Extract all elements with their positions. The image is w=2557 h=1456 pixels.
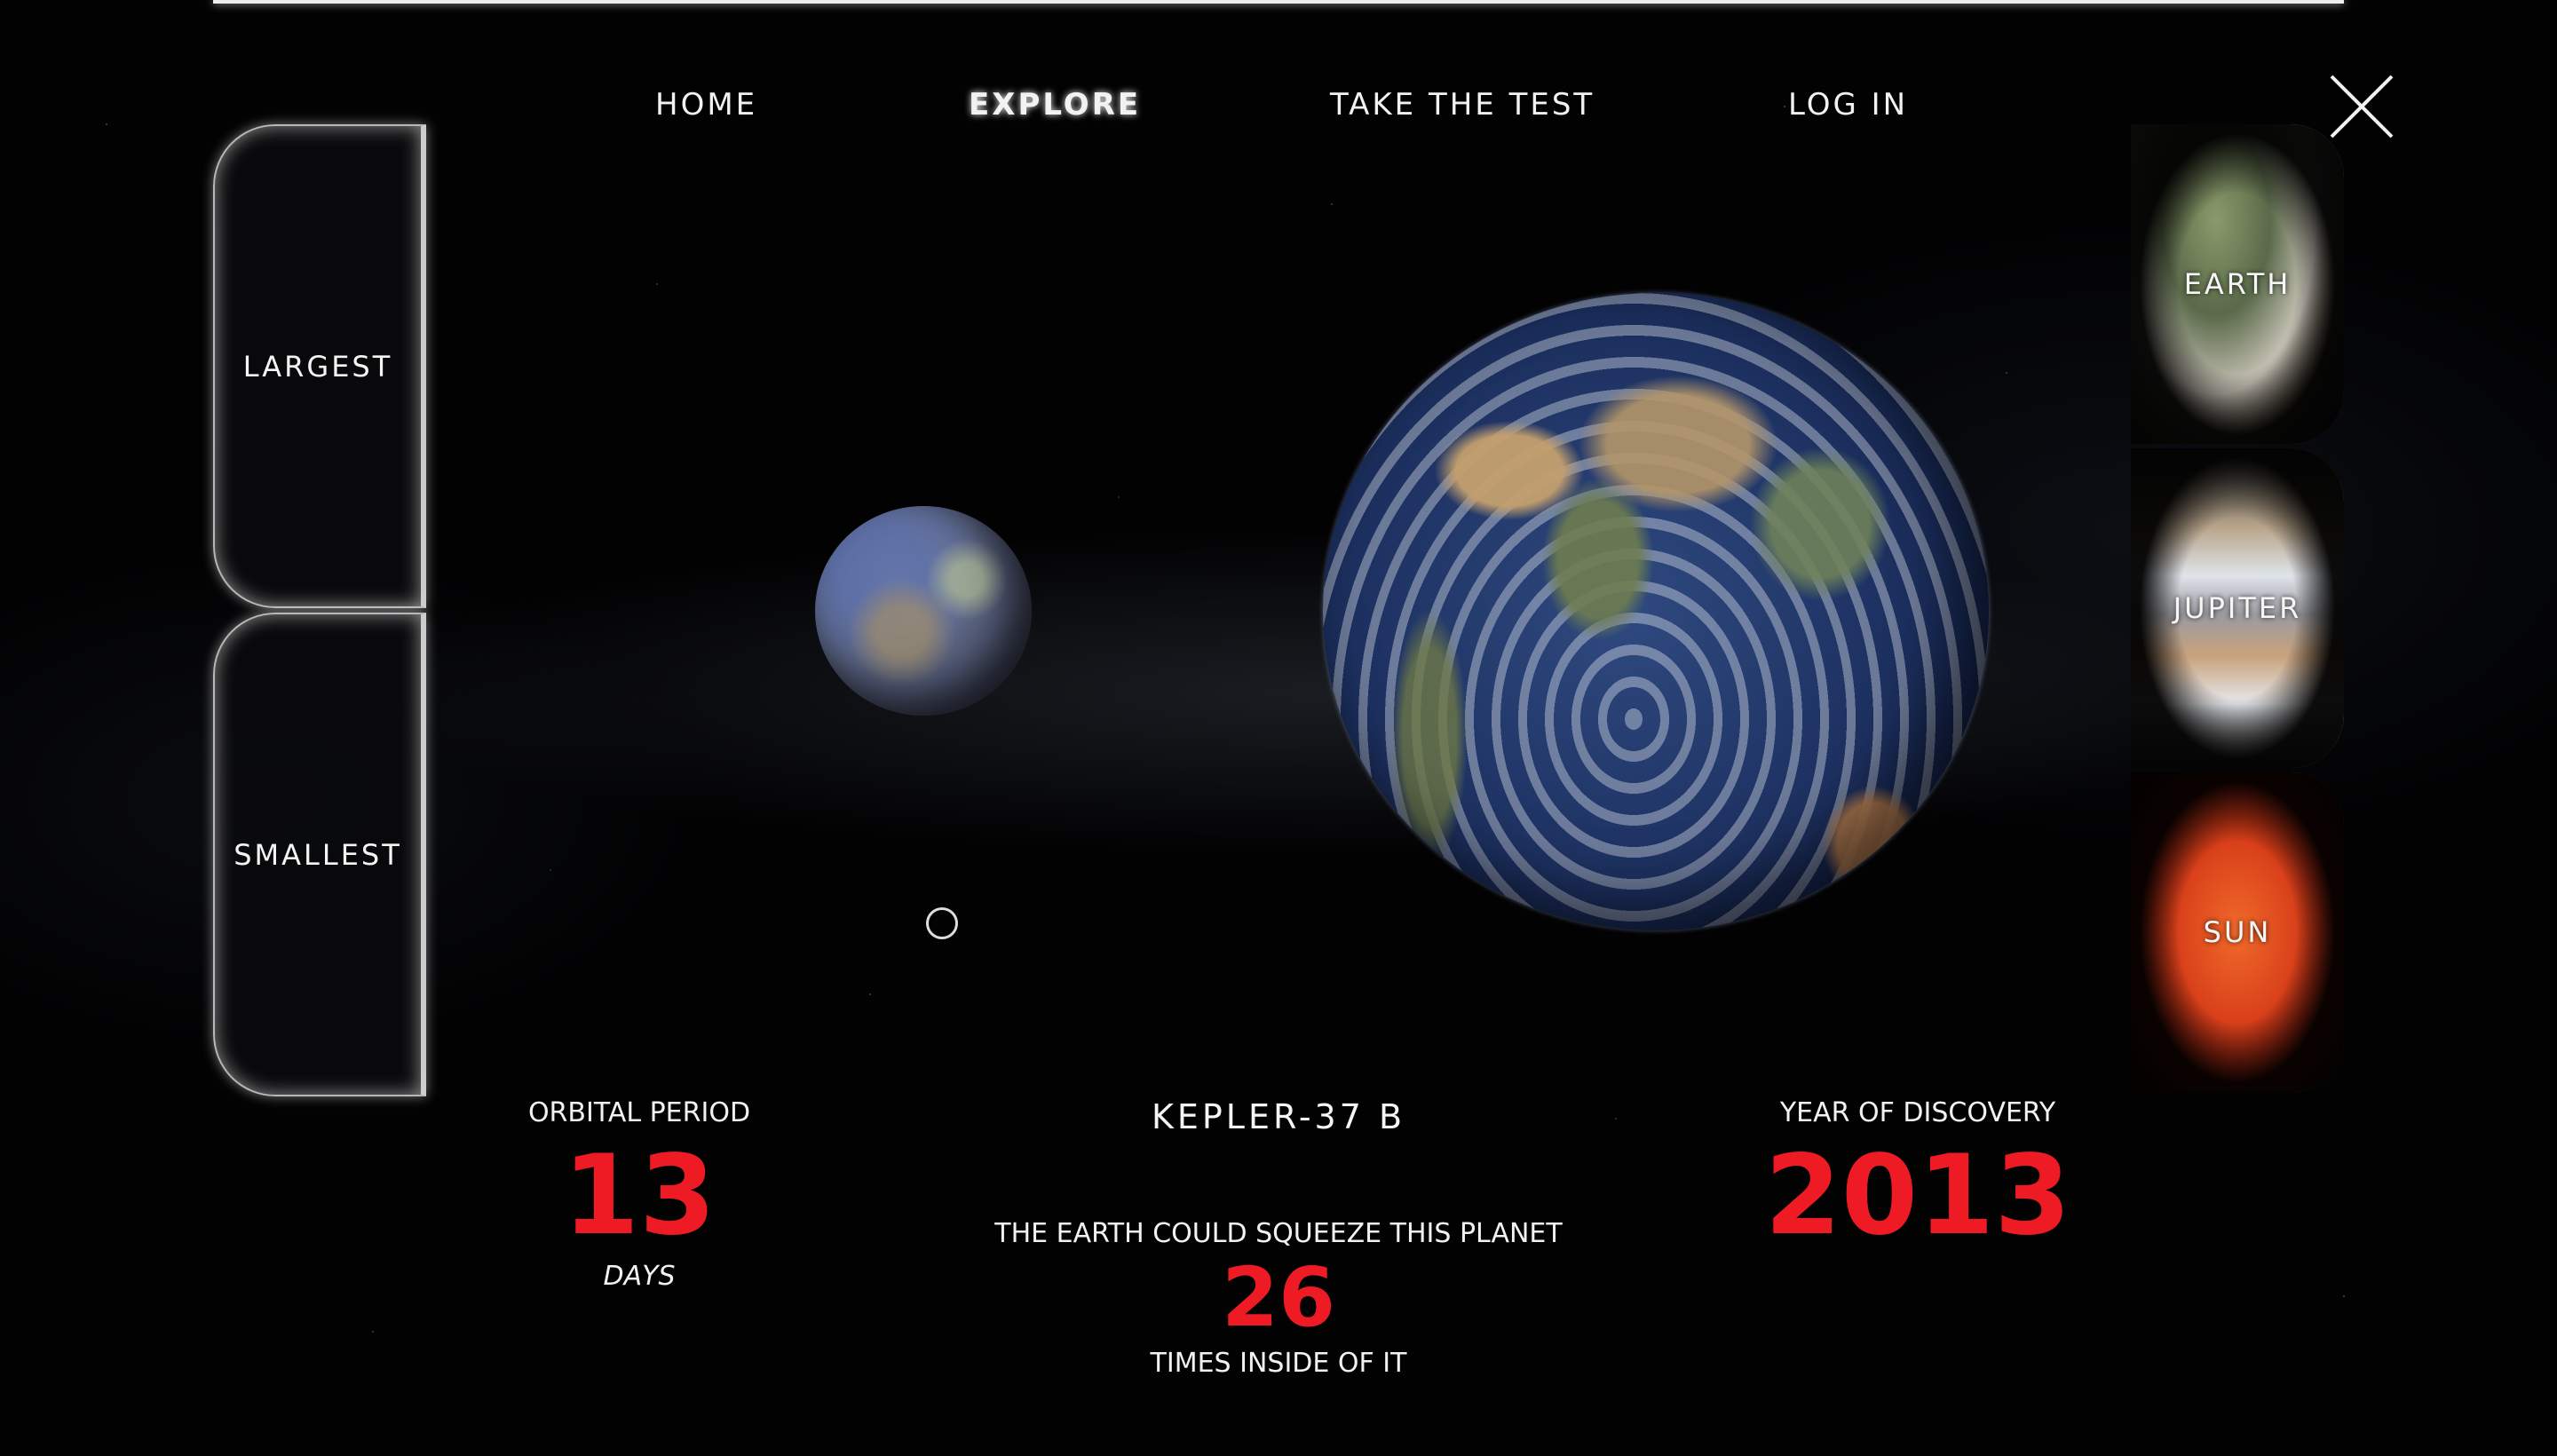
pointer-cursor — [926, 907, 958, 939]
earth-planet[interactable] — [1323, 293, 1989, 930]
size-comparison-prefix: THE EARTH COULD SQUEEZE THIS PLANET — [994, 1218, 1563, 1249]
compare-earth-label: EARTH — [2183, 267, 2292, 301]
filter-largest-tab[interactable]: LARGEST — [213, 124, 426, 608]
filter-smallest-label: SMALLEST — [234, 837, 402, 872]
compare-sun-label: SUN — [2203, 915, 2272, 949]
orbital-period-value: 13 — [562, 1132, 716, 1260]
compare-earth-tab[interactable]: EARTH — [2131, 124, 2344, 444]
compare-sun-tab[interactable]: SUN — [2131, 772, 2344, 1092]
size-comparison-suffix: TIMES INSIDE OF IT — [1150, 1348, 1407, 1379]
orbital-period-unit: DAYS — [603, 1261, 676, 1292]
filter-largest-label: LARGEST — [242, 349, 393, 384]
size-comparison-value: 26 — [1221, 1250, 1336, 1345]
discovery-year-label: YEAR OF DISCOVERY — [1779, 1097, 2056, 1128]
kepler-37b-planet[interactable] — [815, 506, 1032, 716]
explore-screen: HOME EXPLORE TAKE THE TEST LOG IN LARGES… — [0, 0, 2557, 1456]
filter-smallest-tab[interactable]: SMALLEST — [213, 613, 426, 1096]
nav-take-the-test[interactable]: TAKE THE TEST — [1330, 87, 1595, 123]
planet-name: KEPLER-37 B — [1151, 1097, 1406, 1136]
nav-explore[interactable]: EXPLORE — [969, 87, 1141, 123]
orbital-period-label: ORBITAL PERIOD — [527, 1097, 751, 1128]
compare-jupiter-label: JUPITER — [2173, 591, 2302, 625]
top-divider — [213, 0, 2344, 4]
discovery-year-value: 2013 — [1764, 1132, 2071, 1260]
nav-log-in[interactable]: LOG IN — [1788, 87, 1908, 123]
compare-jupiter-tab[interactable]: JUPITER — [2131, 448, 2344, 768]
nav-home[interactable]: HOME — [655, 87, 757, 123]
